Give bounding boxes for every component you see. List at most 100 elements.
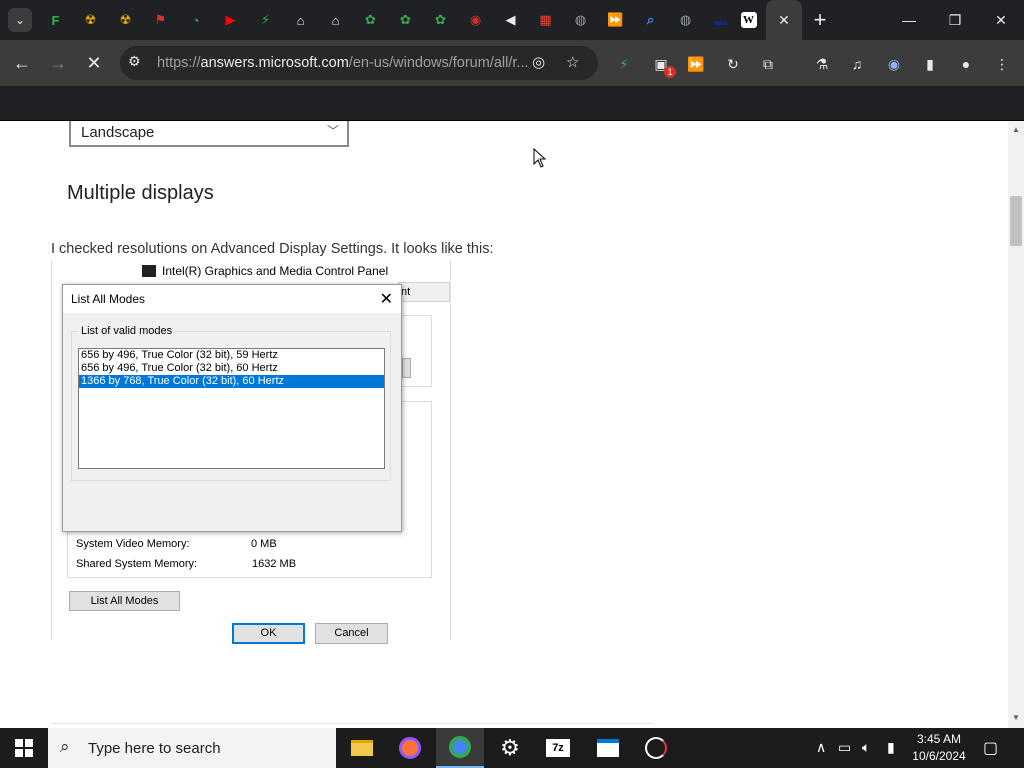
windows-logo-icon [15, 739, 33, 757]
address-bar[interactable]: ⚙ https://answers.microsoft.com/en-us/wi… [120, 46, 598, 80]
firefox-icon[interactable] [386, 728, 434, 768]
new-tab-button[interactable]: + [808, 8, 832, 32]
clock-date: 10/6/2024 [912, 749, 966, 763]
window-app-icon[interactable] [584, 728, 632, 768]
extensions-puzzle-icon[interactable]: ⧉ [757, 53, 779, 75]
feedly-icon: F [51, 12, 60, 28]
tab[interactable]: ✿ [353, 0, 388, 40]
tab[interactable]: ⌂ [283, 0, 318, 40]
chrome-icon[interactable] [436, 728, 484, 768]
menu-kebab-icon[interactable]: ⋮ [991, 53, 1013, 75]
clock-time: 3:45 AM [916, 732, 962, 746]
tab[interactable]: ⏩ [598, 0, 633, 40]
flag-icon: ⚑ [154, 12, 167, 27]
scrollbar-thumb[interactable] [1010, 196, 1022, 246]
start-button[interactable] [0, 728, 48, 768]
leaf-icon: ✿ [365, 12, 376, 27]
media-playlist-icon[interactable]: ♫ [846, 53, 868, 75]
tab[interactable]: ◀ [493, 0, 528, 40]
7zip-icon[interactable]: 7z [534, 728, 582, 768]
tab[interactable]: ⚡ [248, 0, 283, 40]
globe-icon: ◍ [574, 12, 587, 27]
tab[interactable]: F [38, 0, 73, 40]
tab[interactable]: ☢ [108, 0, 143, 40]
refresh-extension-icon[interactable]: ↻ [722, 53, 744, 75]
url-text[interactable]: https://answers.microsoft.com/en-us/wind… [157, 55, 527, 71]
tab[interactable]: ◍ [563, 0, 598, 40]
profile-extension-icon[interactable]: ◉ [883, 53, 905, 75]
tab[interactable]: ◔ [178, 0, 213, 40]
forward-extension-icon[interactable]: ⏩ [685, 53, 707, 75]
tab[interactable]: ▶ [213, 0, 248, 40]
divider [51, 723, 654, 724]
mode-item: 656 by 496, True Color (32 bit), 60 Hert… [81, 362, 278, 374]
network-icon[interactable]: ▭ [838, 739, 851, 756]
dialog-close-icon: ✕ [379, 291, 393, 308]
video-memory-value: 0 MB [251, 538, 277, 550]
tab[interactable]: ⌕ [633, 0, 668, 40]
tab[interactable]: ◉ [458, 0, 493, 40]
scroll-up-icon[interactable]: ▲ [1012, 125, 1020, 134]
notifications-icon[interactable]: ▢ [983, 738, 998, 758]
search-icon: ⌕ [60, 737, 70, 756]
tab[interactable]: ✿ [423, 0, 458, 40]
side-panel-icon[interactable]: ▮ [919, 53, 941, 75]
intel-app-icon [142, 265, 156, 277]
biohazard-icon: ☢ [119, 12, 132, 27]
tab-wikipedia[interactable]: W [731, 0, 766, 40]
list-all-modes-dialog: List All Modes ✕ List of valid modes 656… [62, 284, 402, 644]
close-window-button[interactable]: ✕ [978, 0, 1024, 40]
taskbar-clock[interactable]: 3:45 AM 10/6/2024 [904, 731, 974, 765]
window-icon: ▬ [714, 12, 727, 28]
briefcase-extension-icon[interactable]: ▣ 1 [650, 53, 676, 78]
tab-strip: ⌄ F ☢ ☢ ⚑ ◔ ▶ ⚡ ⌂ ⌂ ✿ ✿ ✿ ◉ ◀ ▦ ◍ ⏩ ⌕ ◍ ▬ ✕ W + — ❐ ✕ [0, 0, 1024, 40]
eye-off-icon[interactable]: ◎ [532, 53, 545, 71]
volume-icon[interactable]: 🔈︎ [862, 739, 870, 756]
bookmark-star-icon[interactable]: ☆ [566, 53, 579, 71]
windows-taskbar: ⌕ Type here to search ⚙ 7z ∧ ▭ 🔈︎ ▮ 3:45… [0, 728, 1024, 768]
close-tab-icon[interactable]: ✕ [778, 12, 790, 29]
tab-list: F ☢ ☢ ⚑ ◔ ▶ ⚡ ⌂ ⌂ ✿ ✿ ✿ ◉ ◀ ▦ ◍ ⏩ ⌕ ◍ ▬ [38, 0, 738, 40]
screenshot-window-title: Intel(R) Graphics and Media Control Pane… [142, 264, 388, 278]
tab-active[interactable]: ✕ [766, 0, 802, 40]
tab-search-button[interactable]: ⌄ [8, 8, 32, 32]
bolt-extension-icon[interactable]: ⚡ [613, 53, 635, 75]
page-scrollbar[interactable]: ▲ ▼ [1008, 121, 1024, 728]
scroll-down-icon[interactable]: ▼ [1012, 713, 1020, 722]
tab[interactable]: ▦ [528, 0, 563, 40]
restore-button[interactable]: ❐ [932, 0, 978, 40]
show-hidden-icons-chevron-icon[interactable]: ∧ [816, 739, 826, 756]
mode-item-selected: 1366 by 768, True Color (32 bit), 60 Her… [79, 375, 384, 388]
site-info-icon[interactable]: ⚙ [128, 53, 141, 70]
tab[interactable]: ⌂ [318, 0, 353, 40]
taskbar-search-box[interactable]: ⌕ Type here to search [48, 728, 336, 768]
forward-icon: ⏩ [607, 12, 624, 27]
tab[interactable]: ☢ [73, 0, 108, 40]
minimize-button[interactable]: — [886, 0, 932, 40]
account-avatar-icon[interactable]: ● [955, 53, 977, 75]
speedometer-app-icon[interactable] [632, 728, 680, 768]
cancel-button: Cancel [315, 623, 388, 644]
labs-flask-icon[interactable]: ⚗ [811, 53, 833, 75]
back-button[interactable]: ← [8, 49, 36, 77]
notification-badge: 1 [664, 66, 676, 78]
grid-icon: ▦ [539, 12, 552, 27]
shared-memory-value: 1632 MB [252, 558, 297, 570]
microphone-icon[interactable]: ▮ [887, 739, 895, 756]
dialog-title: List All Modes [71, 292, 146, 306]
post-paragraph: I checked resolutions on Advanced Displa… [51, 241, 494, 257]
orientation-select[interactable]: Landscape ﹀ [69, 121, 349, 147]
list-all-modes-button: List All Modes [69, 591, 180, 611]
wikipedia-icon: W [740, 12, 757, 28]
tab[interactable]: ◍ [668, 0, 703, 40]
bank-icon: ⌂ [331, 12, 340, 28]
tab[interactable]: ⚑ [143, 0, 178, 40]
tab[interactable]: ✿ [388, 0, 423, 40]
file-explorer-icon[interactable] [338, 728, 386, 768]
timer-icon: ◔ [191, 12, 200, 28]
globe-icon: ◍ [679, 12, 692, 27]
stop-button[interactable]: ✕ [80, 49, 108, 77]
forward-button[interactable]: → [44, 49, 72, 77]
settings-gear-icon[interactable]: ⚙ [486, 728, 534, 768]
section-heading: Multiple displays [67, 182, 214, 204]
